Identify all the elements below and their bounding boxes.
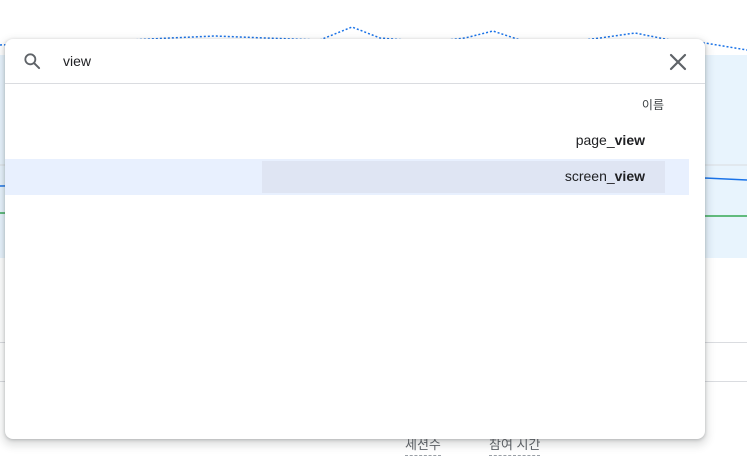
result-label: page_view <box>575 132 645 148</box>
search-input[interactable] <box>63 49 643 73</box>
search-icon <box>24 53 41 70</box>
search-popup: 이름 page_view screen_view <box>5 39 705 439</box>
column-header-name: 이름 <box>641 98 664 112</box>
result-label: screen_view <box>564 168 645 184</box>
search-bar <box>5 39 705 84</box>
close-icon[interactable] <box>665 49 691 75</box>
result-item-screen-view[interactable]: screen_view <box>5 159 689 195</box>
result-item-page-view[interactable]: page_view <box>5 123 689 159</box>
